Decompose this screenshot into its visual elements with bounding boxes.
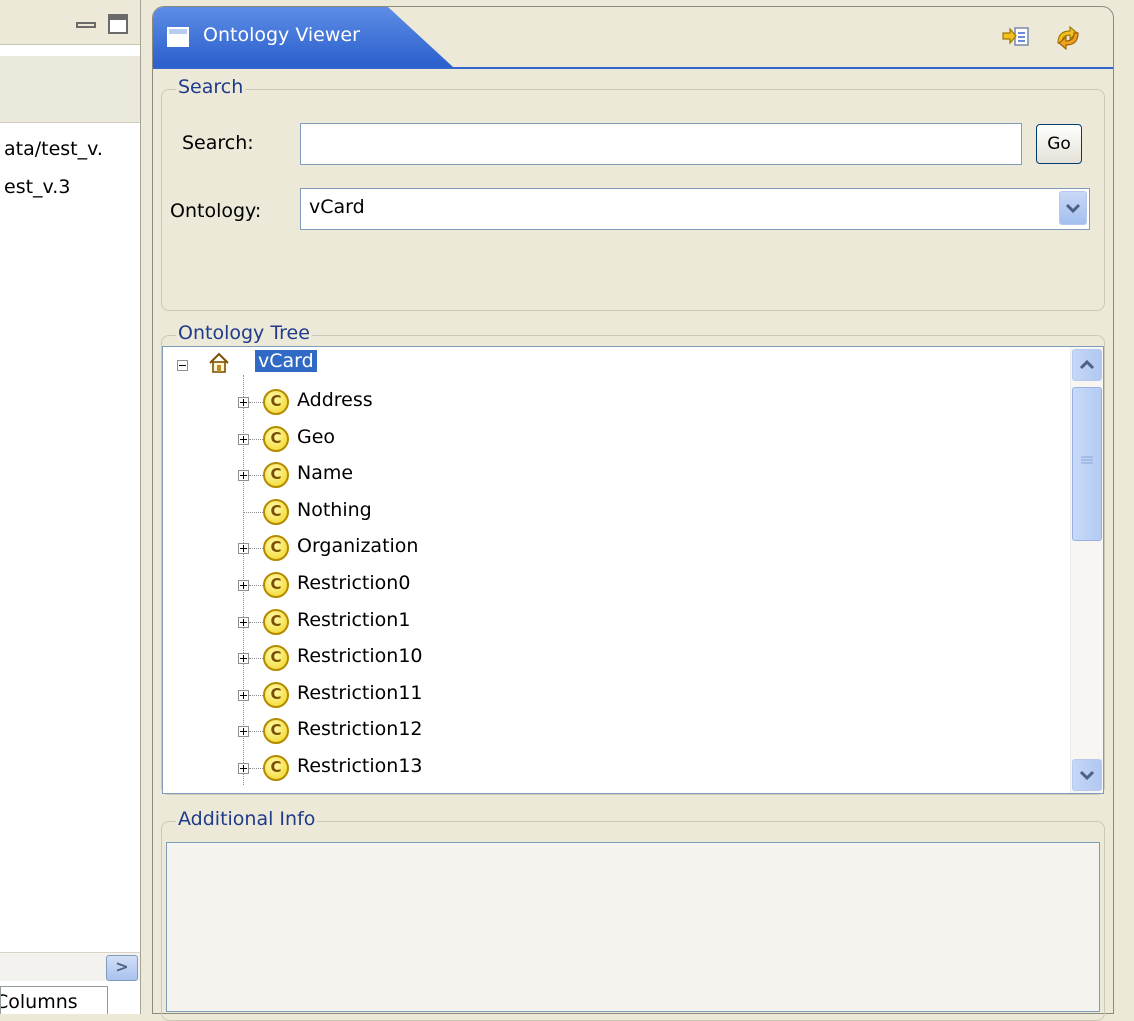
class-icon: C bbox=[263, 645, 289, 672]
tree-node-label[interactable]: Restriction0 bbox=[297, 572, 410, 594]
search-group: Search Search: Go Ontology: vCard bbox=[161, 76, 1105, 311]
left-panel-toolbar bbox=[0, 0, 150, 45]
tree-node-label[interactable]: Restriction13 bbox=[297, 755, 423, 777]
tree-node-label[interactable]: Restriction10 bbox=[297, 645, 423, 667]
left-panel-header bbox=[0, 56, 150, 123]
tree-node[interactable]: C Address bbox=[163, 384, 1063, 420]
expand-icon[interactable] bbox=[238, 653, 249, 665]
tree-node-label[interactable]: Address bbox=[297, 389, 373, 411]
expand-icon[interactable] bbox=[238, 689, 249, 701]
tree-node[interactable]: C Restriction12 bbox=[163, 713, 1063, 749]
tree-node-label[interactable]: Restriction12 bbox=[297, 718, 423, 740]
tree-node[interactable]: C Organization bbox=[163, 530, 1063, 566]
scroll-right-icon[interactable]: > bbox=[106, 955, 138, 981]
expand-icon[interactable] bbox=[238, 580, 249, 591]
search-input[interactable] bbox=[300, 123, 1022, 165]
class-icon: C bbox=[263, 681, 289, 708]
tree-vertical-scrollbar[interactable] bbox=[1070, 347, 1103, 793]
tree-node[interactable]: C Restriction13 bbox=[163, 750, 1063, 786]
ontology-tree[interactable]: vCard C Address C Geo C Name C Nothing C Organiza… bbox=[162, 346, 1104, 794]
tree-node[interactable]: C Geo bbox=[163, 421, 1063, 457]
left-horizontal-scrollbar[interactable]: > bbox=[0, 952, 140, 981]
maximize-icon[interactable] bbox=[108, 14, 128, 34]
sync-icon bbox=[1057, 25, 1079, 51]
tree-node[interactable]: C Restriction10 bbox=[163, 640, 1063, 676]
tree-node[interactable]: C Name bbox=[163, 457, 1063, 493]
tree-node[interactable]: C Restriction1 bbox=[163, 604, 1063, 640]
scroll-down-icon[interactable] bbox=[1072, 759, 1102, 791]
tree-guide-line bbox=[249, 658, 263, 660]
left-panel-line[interactable]: est_v.3 bbox=[4, 176, 70, 198]
panel-divider[interactable] bbox=[140, 0, 151, 1014]
ontology-tree-group: Ontology Tree vCard C Address C Geo C Name C No… bbox=[161, 322, 1105, 795]
tree-guide-line bbox=[249, 585, 263, 586]
tree-guide-line bbox=[249, 548, 263, 550]
additional-info-area[interactable] bbox=[166, 842, 1100, 1012]
chevron-down-icon[interactable] bbox=[1059, 191, 1087, 225]
tree-node-label[interactable]: Restriction11 bbox=[297, 682, 423, 704]
tree-node-label[interactable]: Nothing bbox=[297, 499, 372, 521]
tree-root-label[interactable]: vCard bbox=[255, 350, 317, 372]
search-group-title: Search bbox=[176, 76, 246, 98]
go-button[interactable]: Go bbox=[1036, 124, 1082, 164]
class-icon: C bbox=[263, 498, 289, 525]
view-body: Search Search: Go Ontology: vCard Ontolo… bbox=[153, 67, 1113, 1021]
class-icon: C bbox=[263, 389, 289, 415]
tree-node-label[interactable]: Restriction1 bbox=[297, 609, 410, 631]
ontology-selected-value: vCard bbox=[309, 196, 365, 218]
ontology-label: Ontology: bbox=[170, 200, 262, 222]
left-panel-line[interactable]: ata/test_v. bbox=[4, 138, 103, 160]
expand-icon[interactable] bbox=[238, 470, 249, 482]
class-icon: C bbox=[263, 755, 289, 781]
tree-guide-line bbox=[249, 621, 263, 623]
sync-button[interactable] bbox=[1053, 23, 1083, 51]
view-title: Ontology Viewer bbox=[203, 24, 360, 46]
class-icon: C bbox=[263, 535, 289, 562]
ontology-viewer-view: Ontology Viewer Search Search: Go Ontolo… bbox=[152, 6, 1114, 1021]
ontology-tree-group-title: Ontology Tree bbox=[176, 322, 312, 344]
class-icon: C bbox=[263, 608, 289, 635]
additional-info-group-title: Additional Info bbox=[176, 808, 318, 830]
tree-node[interactable]: C Nothing bbox=[163, 494, 1063, 530]
view-tabbar: Ontology Viewer bbox=[153, 7, 1113, 67]
class-icon: C bbox=[263, 718, 289, 745]
tab-columns-label: Columns bbox=[0, 991, 78, 1013]
tree-guide-line bbox=[249, 731, 263, 733]
expand-icon[interactable] bbox=[238, 397, 249, 408]
additional-info-group: Additional Info bbox=[161, 808, 1105, 1021]
expand-icon[interactable] bbox=[238, 543, 249, 555]
class-icon: C bbox=[263, 572, 289, 598]
left-editor-panel: ata/test_v. est_v.3 > Columns bbox=[0, 0, 150, 1014]
tree-guide-line bbox=[243, 511, 263, 513]
tree-guide-line bbox=[249, 438, 263, 440]
expand-icon[interactable] bbox=[238, 726, 249, 738]
class-icon: C bbox=[263, 462, 289, 489]
view-icon bbox=[167, 27, 189, 47]
ontology-select[interactable]: vCard bbox=[300, 188, 1090, 230]
expand-icon[interactable] bbox=[238, 433, 249, 445]
tree-guide-line bbox=[249, 694, 263, 696]
tree-node-label[interactable]: Geo bbox=[297, 426, 335, 448]
collapse-icon[interactable] bbox=[177, 360, 188, 371]
scrollbar-thumb[interactable] bbox=[1072, 387, 1102, 541]
scroll-up-icon[interactable] bbox=[1072, 349, 1102, 381]
tab-ontology-viewer[interactable]: Ontology Viewer bbox=[153, 7, 453, 67]
tab-columns[interactable]: Columns bbox=[0, 986, 108, 1014]
link-with-editor-button[interactable] bbox=[1001, 23, 1031, 51]
tree-node-label[interactable]: Name bbox=[297, 462, 353, 484]
tree-guide-line bbox=[249, 475, 263, 477]
minimize-icon[interactable] bbox=[76, 22, 96, 28]
search-label: Search: bbox=[182, 132, 254, 154]
expand-icon[interactable] bbox=[238, 763, 249, 774]
tree-node[interactable]: C Restriction11 bbox=[163, 677, 1063, 713]
class-icon: C bbox=[263, 425, 289, 452]
tree-node[interactable]: C Restriction0 bbox=[163, 567, 1063, 603]
link-with-editor-icon bbox=[1002, 27, 1029, 46]
tree-guide-line bbox=[249, 768, 263, 769]
tree-guide-line bbox=[249, 402, 263, 403]
tree-node-label[interactable]: Organization bbox=[297, 535, 418, 557]
expand-icon[interactable] bbox=[238, 616, 249, 628]
home-icon bbox=[209, 352, 229, 373]
